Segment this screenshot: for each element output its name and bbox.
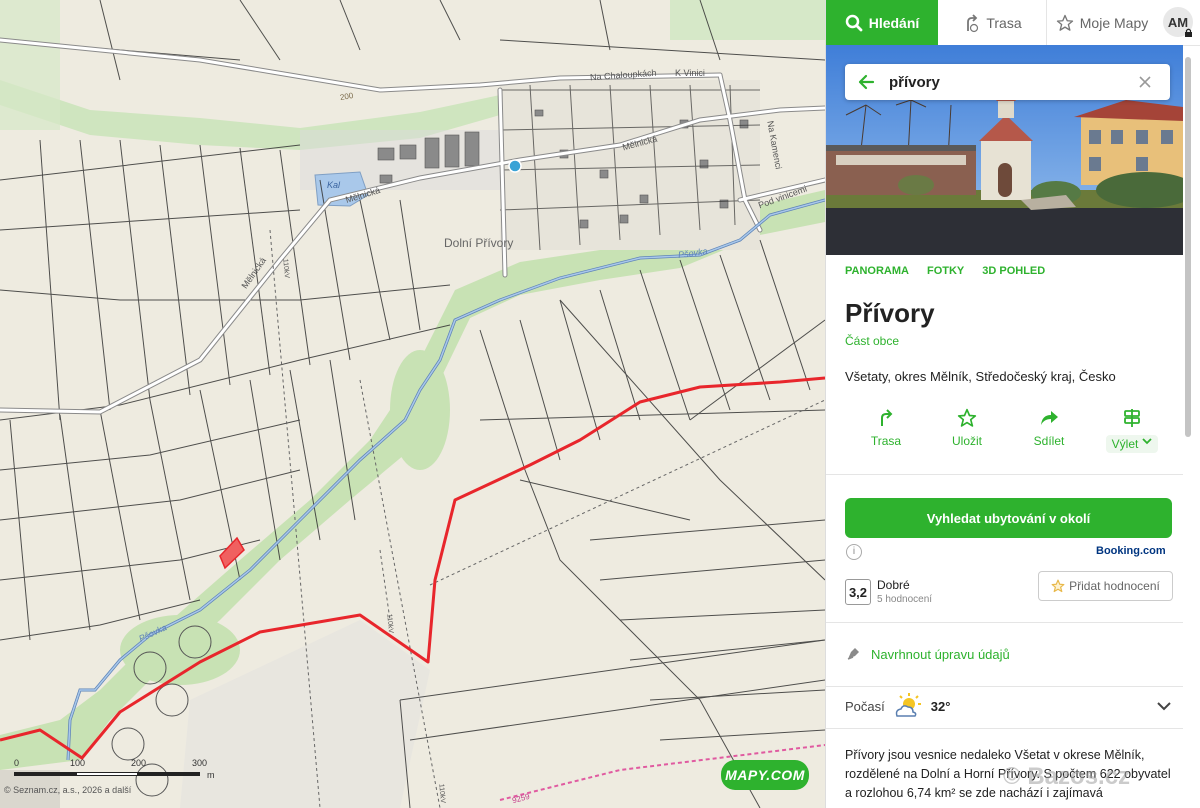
scrollbar-thumb[interactable] xyxy=(1185,57,1191,437)
trip-action-label: Výlet xyxy=(1111,437,1139,451)
booking-logo[interactable]: Booking.com xyxy=(1096,545,1166,557)
star-outline-icon xyxy=(957,408,977,427)
tab-search-label: Hledání xyxy=(868,14,920,31)
search-box[interactable]: přívory xyxy=(845,64,1170,100)
place-actions: Trasa Uložit Sdílet Výlet xyxy=(845,408,1165,458)
star-icon xyxy=(1056,14,1073,31)
scale-label: 300 xyxy=(192,758,208,768)
suggest-edit-link[interactable]: Navrhnout úpravu údajů xyxy=(845,646,1010,662)
mapy-logo[interactable]: MAPY.COM xyxy=(721,760,809,790)
rating-count[interactable]: 5 hodnocení xyxy=(877,594,932,605)
weather-row[interactable]: Počasí 32° xyxy=(845,692,950,720)
search-icon xyxy=(845,14,863,31)
top-navigation: Hledání Trasa Moje Mapy AM xyxy=(826,0,1200,46)
map-copyright[interactable]: © Seznam.cz, a.s., 2026 a další xyxy=(4,785,131,795)
star-outline-icon xyxy=(1051,579,1065,593)
back-arrow-icon[interactable] xyxy=(857,73,875,91)
search-input[interactable]: přívory xyxy=(889,74,940,91)
tab-my-maps-label: Moje Mapy xyxy=(1079,14,1149,31)
weather-temperature: 32° xyxy=(930,698,951,714)
tab-my-maps[interactable]: Moje Mapy xyxy=(1047,0,1157,45)
scale-label: 200 xyxy=(131,758,147,768)
chevron-down-icon xyxy=(1142,438,1152,445)
scale-bar-segment xyxy=(138,772,200,776)
photo-links: PANORAMA FOTKY 3D POHLED xyxy=(845,265,1045,277)
share-action-label: Sdílet xyxy=(1033,434,1065,448)
scale-label: 100 xyxy=(70,758,86,768)
route-action-button[interactable]: Trasa xyxy=(851,408,921,448)
route-icon xyxy=(967,13,979,32)
route-arrow-icon xyxy=(881,409,893,426)
street-label-k-vinici: K Vinici xyxy=(675,68,705,78)
lock-icon xyxy=(1185,28,1192,37)
rating-word: Dobré xyxy=(877,578,910,592)
watermark: © Bazos.cz xyxy=(1003,763,1131,790)
scale-bar-segment xyxy=(76,772,138,776)
side-panel: Hledání Trasa Moje Mapy AM přívory PANOR… xyxy=(825,0,1200,808)
close-icon[interactable] xyxy=(1138,75,1152,89)
suggest-edit-label: Navrhnout úpravu údajů xyxy=(871,646,1010,662)
weather-label: Počasí xyxy=(845,698,885,714)
chevron-down-icon[interactable] xyxy=(1156,700,1172,712)
pond-label: Kal xyxy=(327,180,341,190)
map-canvas[interactable]: Dolní Přívory Mělnická Mělnická Mělnická… xyxy=(0,0,825,808)
trip-dropdown[interactable]: Výlet xyxy=(1105,435,1159,453)
divider xyxy=(826,686,1183,687)
add-rating-label: Přidat hodnocení xyxy=(1069,579,1160,593)
rating-score: 3,2 xyxy=(845,579,871,605)
panorama-link[interactable]: PANORAMA xyxy=(845,265,909,277)
add-rating-button[interactable]: Přidat hodnocení xyxy=(1038,571,1173,601)
divider xyxy=(826,474,1183,475)
place-subtitle[interactable]: Část obce xyxy=(845,334,899,348)
divider xyxy=(826,622,1183,623)
tab-search[interactable]: Hledání xyxy=(826,0,938,45)
place-title: Přívory xyxy=(845,298,935,328)
info-icon[interactable]: i xyxy=(846,544,862,560)
save-action-label: Uložit xyxy=(951,434,982,448)
trip-action-button[interactable]: Výlet xyxy=(1097,408,1167,453)
place-address: Všetaty, okres Mělník, Středočeský kraj,… xyxy=(845,369,1116,384)
scale-bar-segment xyxy=(14,772,76,776)
save-action-button[interactable]: Uložit xyxy=(932,408,1002,448)
route-action-label: Trasa xyxy=(870,434,902,448)
map-scale: 0 100 200 300 m xyxy=(14,758,215,788)
partly-sunny-icon xyxy=(895,693,921,717)
edit-marker-icon xyxy=(847,648,859,660)
share-action-button[interactable]: Sdílet xyxy=(1014,408,1084,448)
tab-route-label: Trasa xyxy=(986,14,1022,31)
scale-unit: m xyxy=(207,770,215,780)
signpost-icon xyxy=(1124,409,1140,427)
search-accommodation-button[interactable]: Vyhledat ubytování v okolí xyxy=(845,498,1172,538)
village-label: Dolní Přívory xyxy=(444,236,514,250)
tab-route[interactable]: Trasa xyxy=(938,0,1047,45)
3d-view-link[interactable]: 3D POHLED xyxy=(982,265,1045,277)
share-icon xyxy=(1041,411,1058,425)
map-graphics xyxy=(0,0,825,808)
photos-link[interactable]: FOTKY xyxy=(927,265,964,277)
divider xyxy=(826,728,1183,729)
panel-scrollbar[interactable] xyxy=(1185,45,1191,808)
scale-label: 0 xyxy=(14,758,20,768)
